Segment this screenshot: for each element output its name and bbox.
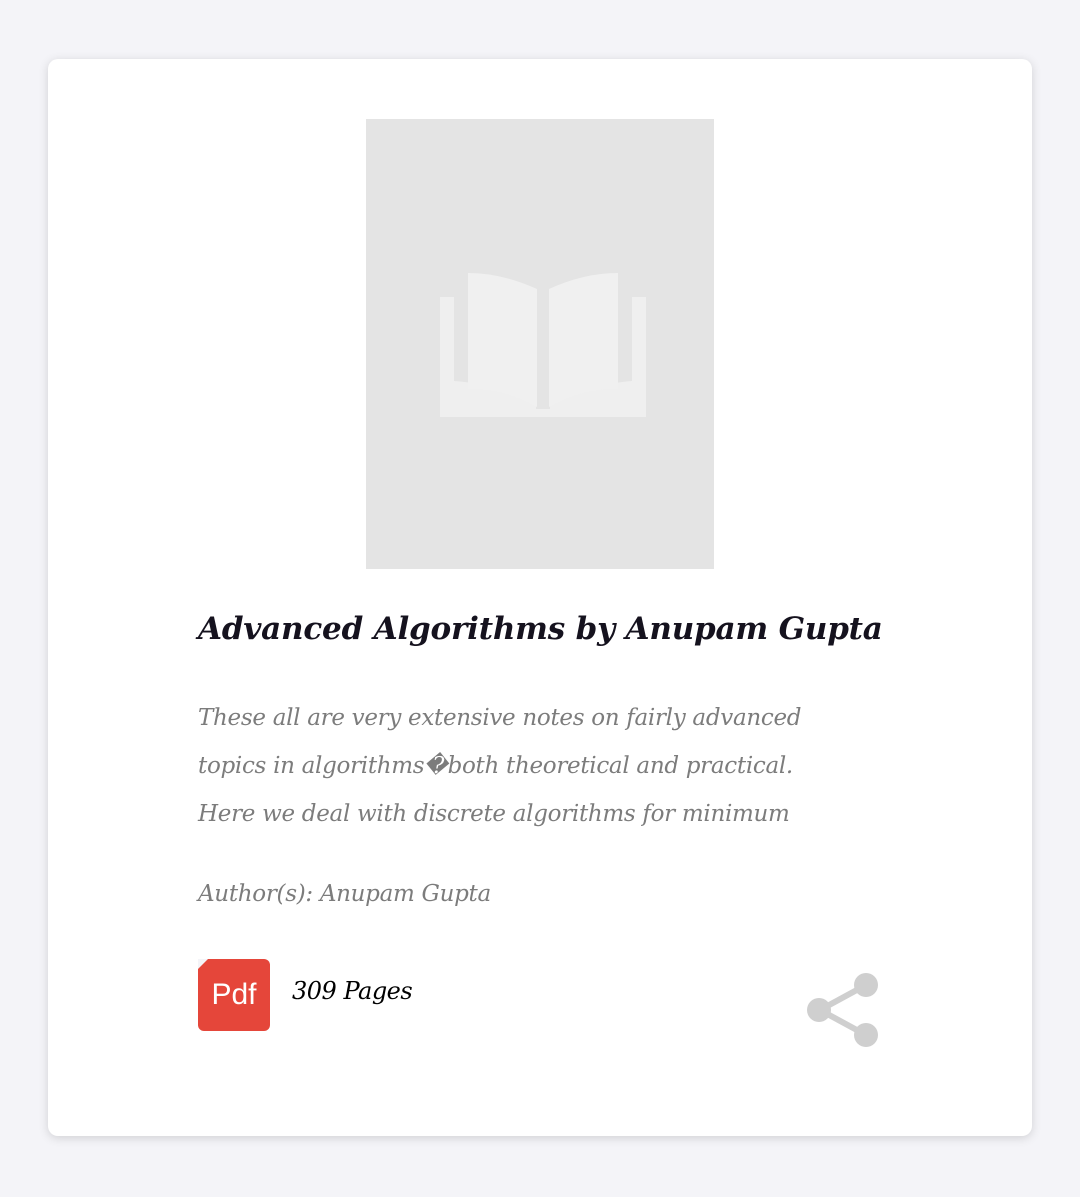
book-card: Advanced Algorithms by Anupam Gupta Thes…	[48, 59, 1032, 1136]
share-icon	[807, 973, 878, 1047]
description-line: topics in algorithms�both theoretical an…	[198, 753, 793, 779]
description-line: These all are very extensive notes on fa…	[198, 705, 802, 731]
book-title[interactable]: Advanced Algorithms by Anupam Gupta	[198, 611, 898, 647]
book-cover-placeholder[interactable]	[366, 119, 714, 569]
page-count: 309 Pages	[292, 977, 413, 1005]
share-button[interactable]	[806, 971, 884, 1049]
pdf-icon: Pdf	[198, 959, 270, 1031]
book-description: These all are very extensive notes on fa…	[198, 694, 898, 838]
book-author: Author(s): Anupam Gupta	[198, 881, 491, 907]
description-line: Here we deal with discrete algorithms fo…	[198, 801, 790, 827]
open-book-icon	[440, 273, 646, 417]
